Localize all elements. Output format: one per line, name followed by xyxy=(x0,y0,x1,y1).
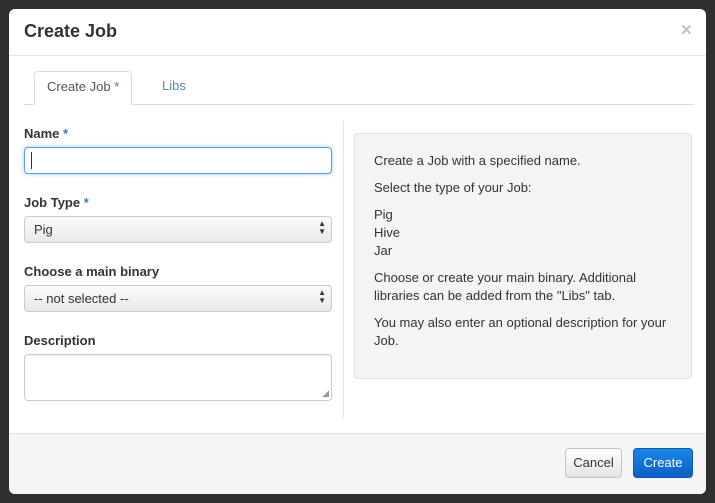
tab-libs-label: Libs xyxy=(162,78,186,93)
job-type-selected-value: Pig xyxy=(34,222,53,237)
main-binary-selected-value: -- not selected -- xyxy=(34,291,129,306)
name-label: Name * xyxy=(24,126,68,141)
job-type-label-text: Job Type xyxy=(24,195,81,210)
help-panel: Create a Job with a specified name. Sele… xyxy=(354,133,692,379)
tab-create-job-label: Create Job xyxy=(47,79,111,94)
text-cursor xyxy=(31,152,32,169)
help-text: You may also enter an optional descripti… xyxy=(374,315,667,330)
cancel-button[interactable]: Cancel xyxy=(565,448,622,478)
help-list-item: Jar xyxy=(374,243,393,258)
description-label: Description xyxy=(24,333,96,348)
required-marker: * xyxy=(83,195,89,210)
column-divider xyxy=(343,121,344,418)
help-text: Create a Job with a specified name. xyxy=(374,153,581,168)
help-list-item: Hive xyxy=(374,225,401,240)
dialog-header: Create Job × xyxy=(9,9,706,56)
help-text: Select the type of your Job: xyxy=(374,180,532,195)
help-text: Job. xyxy=(374,333,399,348)
name-input[interactable] xyxy=(24,147,332,174)
tab-bar: Create Job * Libs xyxy=(24,71,694,105)
dialog-title: Create Job xyxy=(24,21,118,41)
help-text: libraries can be added from the "Libs" t… xyxy=(374,288,616,303)
required-marker: * xyxy=(114,79,120,94)
dialog-footer: Cancel Create xyxy=(9,433,706,494)
job-type-select[interactable]: Pig ▲ ▼ xyxy=(24,216,332,243)
description-textarea[interactable]: ◢ xyxy=(24,354,332,401)
select-arrows-icon: ▲ ▼ xyxy=(318,288,326,305)
job-type-label: Job Type * xyxy=(24,195,89,210)
resize-grip-icon[interactable]: ◢ xyxy=(322,389,329,398)
select-arrows-icon: ▲ ▼ xyxy=(318,219,326,236)
close-icon[interactable]: × xyxy=(681,21,692,41)
help-text: Choose or create your main binary. Addit… xyxy=(374,270,637,285)
help-list-item: Pig xyxy=(374,207,393,222)
required-marker: * xyxy=(63,126,69,141)
tab-libs[interactable]: Libs xyxy=(150,71,198,104)
create-job-dialog: Create Job × Create Job * Libs Name * Jo… xyxy=(9,9,706,494)
tab-create-job[interactable]: Create Job * xyxy=(34,71,133,105)
main-binary-select[interactable]: -- not selected -- ▲ ▼ xyxy=(24,285,332,312)
name-label-text: Name xyxy=(24,126,60,141)
main-binary-label: Choose a main binary xyxy=(24,264,160,279)
create-button[interactable]: Create xyxy=(633,448,693,478)
